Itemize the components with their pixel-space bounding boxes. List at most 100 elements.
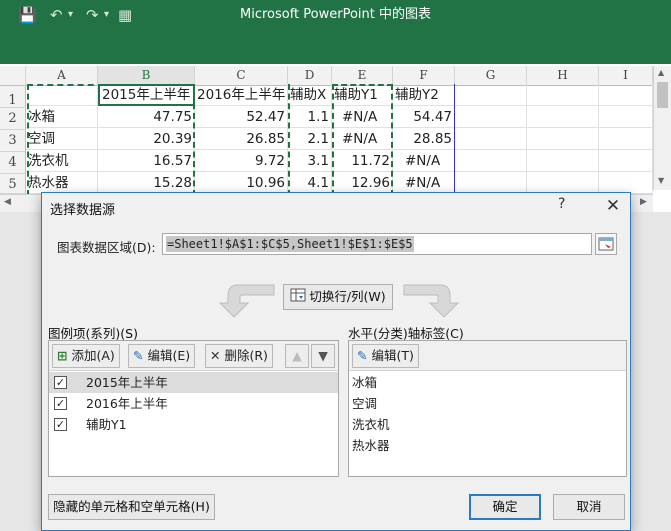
category-item[interactable]: 空调 xyxy=(352,393,377,414)
row-header-1[interactable]: 1 xyxy=(0,86,26,108)
row-header-3[interactable]: 3 xyxy=(0,130,26,152)
move-down-icon: ▼ xyxy=(318,348,328,363)
series-list-panel: ⊞ 添加(A) ✎ 编辑(E) ✕ 删除(R) ▲ ▼ ✓ 2015年上半年 ✓… xyxy=(48,340,339,477)
chart-range-label: 图表数据区域(D): xyxy=(57,240,156,255)
arrow-right-icon xyxy=(403,284,460,318)
series-checkbox[interactable]: ✓ xyxy=(54,376,67,389)
arrow-left-icon xyxy=(218,284,275,318)
vertical-scrollbar[interactable]: ▲ ▼ xyxy=(653,66,671,190)
help-icon[interactable]: ? xyxy=(558,196,565,212)
cancel-button[interactable]: 取消 xyxy=(553,494,625,520)
series-name: 2016年上半年 xyxy=(86,396,168,411)
add-icon: ⊞ xyxy=(57,348,68,363)
select-data-source-dialog: 选择数据源 ? ✕ 图表数据区域(D): =Sheet1!$A$1:$C$5,S… xyxy=(41,192,631,531)
remove-icon: ✕ xyxy=(210,348,221,363)
category-item[interactable]: 洗衣机 xyxy=(352,414,390,435)
window-title: Microsoft PowerPoint 中的图表 xyxy=(239,7,431,22)
switch-row-column-button[interactable]: 切换行/列(W) xyxy=(283,284,393,310)
cell-h4[interactable] xyxy=(527,150,599,172)
move-down-button[interactable]: ▼ xyxy=(311,344,335,368)
series-item[interactable]: ✓ 2016年上半年 xyxy=(49,393,338,414)
cell-f5[interactable]: #N/A xyxy=(393,172,455,194)
series-checkbox[interactable]: ✓ xyxy=(54,397,67,410)
cell-c4[interactable]: 9.72 xyxy=(195,150,288,172)
cell-g4[interactable] xyxy=(455,150,527,172)
category-item[interactable]: 冰箱 xyxy=(352,372,377,393)
selection-range-e-box xyxy=(332,84,393,196)
cell-f2[interactable]: 54.47 xyxy=(393,106,455,128)
cell-i4[interactable] xyxy=(599,150,653,172)
cell-g2[interactable] xyxy=(455,106,527,128)
cell-g5[interactable] xyxy=(455,172,527,194)
row-header-2[interactable]: 2 xyxy=(0,108,26,130)
cell-i2[interactable] xyxy=(599,106,653,128)
category-list-panel: ✎ 编辑(T) 冰箱 空调 洗衣机 热水器 xyxy=(348,340,627,477)
move-up-button[interactable]: ▲ xyxy=(285,344,309,368)
series-name: 2015年上半年 xyxy=(86,375,168,390)
add-series-button[interactable]: ⊞ 添加(A) xyxy=(52,344,120,368)
selection-range-e xyxy=(288,84,332,196)
cell-i3[interactable] xyxy=(599,128,653,150)
column-header-e[interactable]: E xyxy=(332,66,393,86)
cell-f3[interactable]: 28.85 xyxy=(393,128,455,150)
dialog-title: 选择数据源 xyxy=(50,203,116,218)
spreadsheet: A B C D E F G H I 1 2 3 4 5 2015年上半年 201… xyxy=(0,64,671,212)
column-header-c[interactable]: C xyxy=(195,66,288,86)
series-name: 辅助Y1 xyxy=(86,417,127,432)
ok-button[interactable]: 确定 xyxy=(469,494,541,520)
series-range-border xyxy=(454,84,455,196)
chart-range-input[interactable]: =Sheet1!$A$1:$C$5,Sheet1!$E$1:$E$5 xyxy=(162,233,592,255)
range-picker-icon[interactable] xyxy=(595,233,617,255)
scroll-left-icon[interactable]: ◀ xyxy=(4,197,11,207)
hidden-cells-button[interactable]: 隐藏的单元格和空单元格(H) xyxy=(48,494,215,520)
cell-h2[interactable] xyxy=(527,106,599,128)
edit-series-label: 编辑(E) xyxy=(147,348,191,363)
edit-axis-labels-label: 编辑(T) xyxy=(371,348,414,363)
category-item[interactable]: 热水器 xyxy=(352,435,390,456)
edit-axis-labels-button[interactable]: ✎ 编辑(T) xyxy=(352,344,419,368)
series-item[interactable]: ✓ 辅助Y1 xyxy=(49,414,338,435)
column-header-i[interactable]: I xyxy=(599,66,653,86)
series-toolbar: ⊞ 添加(A) ✎ 编辑(E) ✕ 删除(R) ▲ ▼ xyxy=(49,341,338,371)
cell-c1[interactable]: 2016年上半年 xyxy=(195,84,288,106)
row-header-5[interactable]: 5 xyxy=(0,174,26,194)
column-header-b[interactable]: B xyxy=(98,66,195,86)
selection-range-a-c xyxy=(27,84,195,196)
switch-row-column-label: 切换行/列(W) xyxy=(309,289,386,304)
select-all-corner[interactable] xyxy=(0,66,26,86)
scroll-right-icon[interactable]: ▶ xyxy=(640,197,647,207)
cell-h5[interactable] xyxy=(527,172,599,194)
remove-series-label: 删除(R) xyxy=(224,348,268,363)
column-header-g[interactable]: G xyxy=(455,66,527,86)
cell-g1[interactable] xyxy=(455,84,527,106)
series-item[interactable]: ✓ 2015年上半年 xyxy=(49,372,338,393)
cell-h3[interactable] xyxy=(527,128,599,150)
cell-f4[interactable]: #N/A xyxy=(393,150,455,172)
cell-c2[interactable]: 52.47 xyxy=(195,106,288,128)
scroll-down-icon[interactable]: ▼ xyxy=(658,176,664,185)
cell-i5[interactable] xyxy=(599,172,653,194)
edit-icon: ✎ xyxy=(357,348,368,363)
add-series-label: 添加(A) xyxy=(71,348,115,363)
remove-series-button[interactable]: ✕ 删除(R) xyxy=(205,344,273,368)
cell-g3[interactable] xyxy=(455,128,527,150)
title-bar: 💾 ↶ ▾ ↷ ▾ ▦ Microsoft PowerPoint 中的图表 xyxy=(0,0,671,64)
row-header-4[interactable]: 4 xyxy=(0,152,26,174)
column-header-h[interactable]: H xyxy=(527,66,599,86)
column-header-a[interactable]: A xyxy=(26,66,98,86)
series-checkbox[interactable]: ✓ xyxy=(54,418,67,431)
cell-c3[interactable]: 26.85 xyxy=(195,128,288,150)
column-header-d[interactable]: D xyxy=(288,66,332,86)
cell-f1[interactable]: 辅助Y2 xyxy=(393,84,455,106)
chart-range-value: =Sheet1!$A$1:$C$5,Sheet1!$E$1:$E$5 xyxy=(166,236,414,252)
cell-c5[interactable]: 10.96 xyxy=(195,172,288,194)
vertical-scroll-thumb[interactable] xyxy=(657,82,668,108)
close-icon[interactable]: ✕ xyxy=(598,193,628,219)
column-header-f[interactable]: F xyxy=(393,66,455,86)
cell-i1[interactable] xyxy=(599,84,653,106)
category-toolbar: ✎ 编辑(T) xyxy=(349,341,626,371)
scroll-up-icon[interactable]: ▲ xyxy=(658,68,664,77)
edit-icon: ✎ xyxy=(133,348,144,363)
cell-h1[interactable] xyxy=(527,84,599,106)
edit-series-button[interactable]: ✎ 编辑(E) xyxy=(128,344,196,368)
